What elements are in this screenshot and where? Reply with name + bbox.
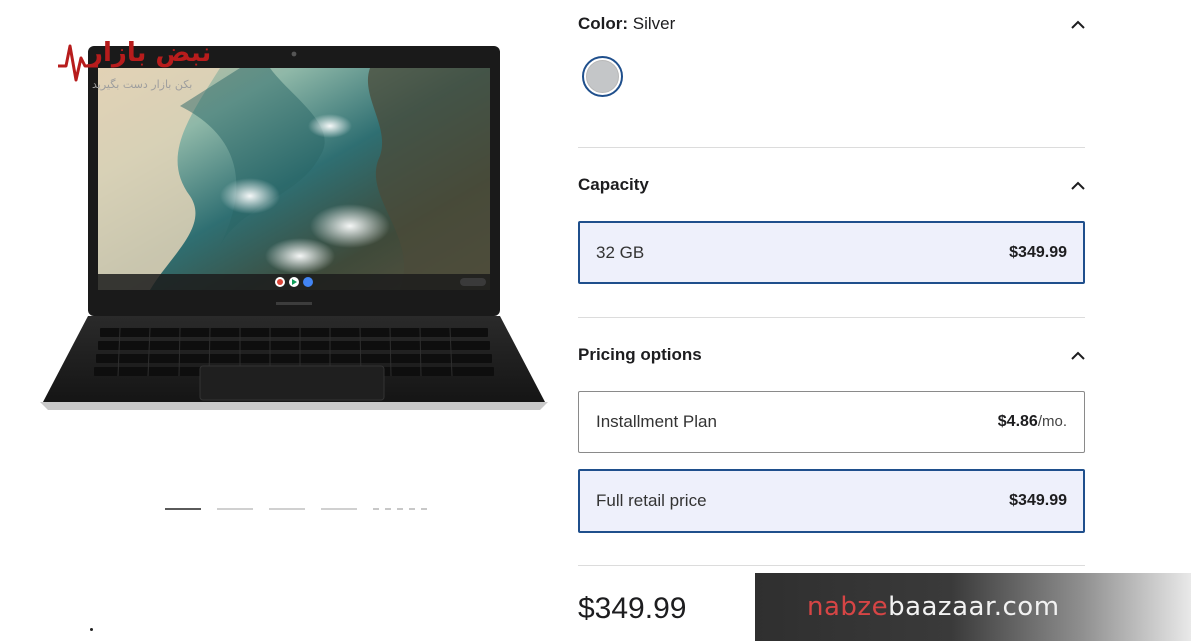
divider — [578, 317, 1085, 318]
gallery-dot-4[interactable] — [321, 508, 357, 510]
capacity-section: Capacity — [578, 173, 1085, 197]
site-watermark-text: nabzebaazaar.com — [807, 592, 1060, 622]
option-label: Installment Plan — [596, 412, 717, 431]
total-price: $349.99 — [578, 592, 687, 625]
site-watermark-banner: nabzebaazaar.com — [755, 573, 1191, 641]
stray-dot — [90, 628, 93, 631]
color-value: Silver — [632, 14, 676, 33]
gallery-pagination — [165, 508, 427, 510]
watermark-logo: نبض بازار بکن بازار دست بگیرید — [58, 36, 218, 102]
site-name-part2: baazaar.com — [888, 592, 1060, 622]
product-gallery: نبض بازار بکن بازار دست بگیرید — [0, 0, 560, 641]
gallery-dot-1[interactable] — [165, 508, 201, 510]
watermark-subtitle: بکن بازار دست بگیرید — [92, 78, 193, 91]
full-retail-price-option[interactable]: Full retail price $349.99 — [578, 469, 1085, 533]
option-price: $349.99 — [1009, 492, 1067, 509]
watermark-title: نبض بازار — [88, 38, 212, 68]
installment-price: $4.86 — [997, 413, 1038, 430]
swatch-fill — [586, 60, 619, 93]
site-name-part1: nabze — [807, 592, 889, 622]
option-price: $4.86/mo. — [998, 413, 1067, 431]
option-price: $349.99 — [1009, 243, 1067, 261]
gallery-dot-2[interactable] — [217, 508, 253, 510]
gallery-dot-more[interactable] — [373, 508, 427, 510]
color-label: Color: — [578, 14, 629, 33]
gallery-dot-3[interactable] — [269, 508, 305, 510]
chevron-up-icon — [1071, 351, 1085, 360]
color-heading: Color: Silver — [578, 14, 675, 34]
installment-plan-option[interactable]: Installment Plan $4.86/mo. — [578, 391, 1085, 453]
chevron-up-icon — [1071, 20, 1085, 29]
capacity-heading: Capacity — [578, 175, 649, 194]
pricing-heading: Pricing options — [578, 345, 702, 364]
divider — [578, 565, 1085, 566]
collapse-pricing-button[interactable] — [1071, 348, 1085, 362]
pricing-section: Pricing options — [578, 343, 1085, 367]
divider — [578, 147, 1085, 148]
option-label: Full retail price — [596, 491, 707, 510]
color-section: Color: Silver — [578, 12, 1085, 36]
chevron-up-icon — [1071, 181, 1085, 190]
installment-unit: /mo. — [1037, 413, 1067, 430]
color-swatch-silver[interactable] — [582, 56, 623, 97]
option-label: 32 GB — [596, 242, 645, 262]
collapse-capacity-button[interactable] — [1071, 178, 1085, 192]
capacity-option-32gb[interactable]: 32 GB $349.99 — [578, 221, 1085, 284]
collapse-color-button[interactable] — [1071, 17, 1085, 31]
